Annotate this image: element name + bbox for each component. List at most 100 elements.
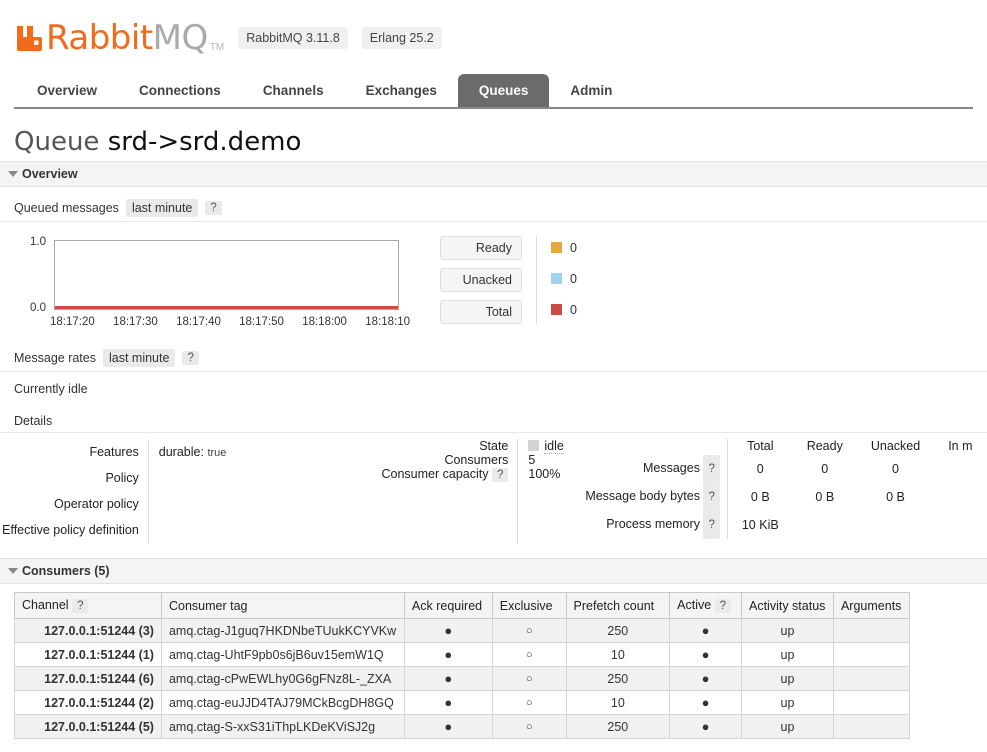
cell-exclusive: ○ [491,714,567,739]
legend-swatch-ready [551,242,562,253]
tab-overview[interactable]: Overview [16,74,118,107]
legend-button-unacked[interactable]: Unacked [440,268,522,292]
label-consumers: Consumers [444,453,509,467]
legend-button-total[interactable]: Total [440,300,522,324]
section-overview-toggle[interactable]: Overview [0,161,987,187]
stats-corner-cell [571,439,728,455]
x-tick-0: 18:17:20 [50,316,95,328]
stats-row-process-memory: Process memory ? 10 KiB [571,511,986,539]
table-row[interactable]: 127.0.0.1:51244 (2) amq.ctag-euJJD4TAJ79… [14,690,911,715]
stats-messages-unacked: 0 [892,462,899,476]
process-memory-help-icon[interactable]: ? [703,511,720,539]
cell-arguments [832,690,911,715]
column-header-activity-status[interactable]: Activity status [741,592,834,619]
consumers-header-row: Channel ? Consumer tag Ack required Excl… [14,592,911,619]
tab-exchanges[interactable]: Exchanges [345,74,458,107]
tab-admin[interactable]: Admin [549,74,633,107]
cell-active: ● [669,666,742,691]
cell-active: ● [669,642,742,667]
cell-exclusive: ○ [491,690,567,715]
legend-count-total: 0 [570,302,577,317]
section-consumers-label: Consumers (5) [22,564,110,578]
messages-help-icon[interactable]: ? [703,455,720,483]
cell-consumer-tag: amq.ctag-UhtF9pb0s6jB6uv15emW1Q [160,642,405,667]
cell-ack-required: ● [403,666,493,691]
stats-process-memory-total: 10 KiB [741,518,779,532]
value-effective-policy-definition [159,518,277,544]
stats-process-memory-ready [793,511,857,539]
x-tick-1: 18:17:30 [113,316,158,328]
queued-messages-help-icon[interactable]: ? [205,201,222,215]
details-state-values: idle 5 100% [517,439,567,544]
x-axis-ticks: 18:17:20 18:17:30 18:17:40 18:17:50 18:1… [50,316,410,328]
cell-prefetch-count: 250 [565,666,671,691]
cell-active: ● [669,714,742,739]
stats-label-messages-text: Messages [642,461,700,475]
cell-consumer-tag: amq.ctag-euJJD4TAJ79MCkBcgDH8GQ [160,690,405,715]
cell-active: ● [669,618,742,643]
column-header-prefetch-count[interactable]: Prefetch count [565,592,671,619]
chevron-down-icon [8,568,18,574]
queued-messages-period-selector[interactable]: last minute [125,199,199,217]
section-overview-label: Overview [22,167,78,181]
stats-label-process-memory-text: Process memory [606,517,700,531]
details-stats-table: Total Ready Unacked In m Messages ? 0 0 … [571,439,987,544]
feature-durable-key: durable: [158,445,204,459]
legend-button-ready[interactable]: Ready [440,236,522,260]
column-header-exclusive[interactable]: Exclusive [491,592,567,619]
column-header-channel[interactable]: Channel ? [14,592,162,619]
column-header-consumer-tag[interactable]: Consumer tag [160,592,405,619]
table-row[interactable]: 127.0.0.1:51244 (1) amq.ctag-UhtF9pb0s6j… [14,642,911,667]
tab-channels[interactable]: Channels [242,74,345,107]
legend-swatch-unacked [551,273,562,284]
section-consumers-toggle[interactable]: Consumers (5) [0,558,987,584]
consumer-capacity-help-icon[interactable]: ? [491,468,509,482]
column-header-active[interactable]: Active ? [669,592,742,619]
cell-arguments [832,618,911,643]
tab-queues[interactable]: Queues [457,74,550,107]
value-consumers: 5 [528,453,536,467]
column-header-ack-required[interactable]: Ack required [403,592,493,619]
cell-active: ● [669,690,742,715]
cell-activity-status: up [741,666,834,691]
details-feature-values: durable: true [147,439,277,544]
label-consumer-capacity: Consumer capacity ? [277,467,509,482]
message-rates-period-selector[interactable]: last minute [102,349,176,367]
message-rates-status: Currently idle [14,382,88,396]
channel-help-icon[interactable]: ? [72,599,89,613]
consumers-table: Channel ? Consumer tag Ack required Excl… [14,592,911,739]
table-row[interactable]: 127.0.0.1:51244 (3) amq.ctag-J1guq7HKDNb… [14,618,911,643]
stats-process-memory-unacked [857,511,934,539]
cell-channel: 127.0.0.1:51244 (1) [14,642,162,667]
message-body-bytes-help-icon[interactable]: ? [703,483,720,511]
stats-bytes-in-memory [934,483,986,511]
column-header-arguments[interactable]: Arguments [832,592,911,619]
stats-row-label-messages: Messages ? [571,455,728,483]
cell-exclusive: ○ [491,618,567,643]
stats-row-message-body-bytes: Message body bytes ? 0 B 0 B 0 B [571,483,986,511]
consumers-table-wrapper: Channel ? Consumer tag Ack required Excl… [0,584,987,739]
stats-bytes-ready: 0 B [815,490,835,504]
stats-messages-in-memory [934,455,986,483]
table-row[interactable]: 127.0.0.1:51244 (5) amq.ctag-S-xxS31iThp… [14,714,911,739]
stats-process-memory-in-memory [934,511,986,539]
cell-consumer-tag: amq.ctag-S-xxS31iThpLKDeKViSJ2g [160,714,405,739]
active-help-icon[interactable]: ? [714,599,732,613]
state-indicator-icon [528,440,540,451]
message-rates-help-icon[interactable]: ? [182,351,199,365]
value-operator-policy [159,492,277,518]
legend-value-ready: 0 [551,236,577,259]
stats-header-row: Total Ready Unacked In m [571,439,986,455]
details-header: Details [0,402,987,433]
tab-connections[interactable]: Connections [118,74,242,107]
chevron-down-icon [8,171,18,177]
legend-value-unacked: 0 [551,267,577,290]
cell-prefetch-count: 250 [565,618,671,643]
cell-ack-required: ● [403,642,493,667]
queue-name: srd->srd.demo [107,127,302,157]
cell-consumer-tag: amq.ctag-cPwEWLhy0G6gFNz8L-_ZXA [160,666,405,691]
label-effective-policy-definition: Effective policy definition [2,523,139,537]
table-row[interactable]: 127.0.0.1:51244 (6) amq.ctag-cPwEWLhy0G6… [14,666,911,691]
label-features: Features [89,445,139,459]
x-tick-3: 18:17:50 [239,316,284,328]
